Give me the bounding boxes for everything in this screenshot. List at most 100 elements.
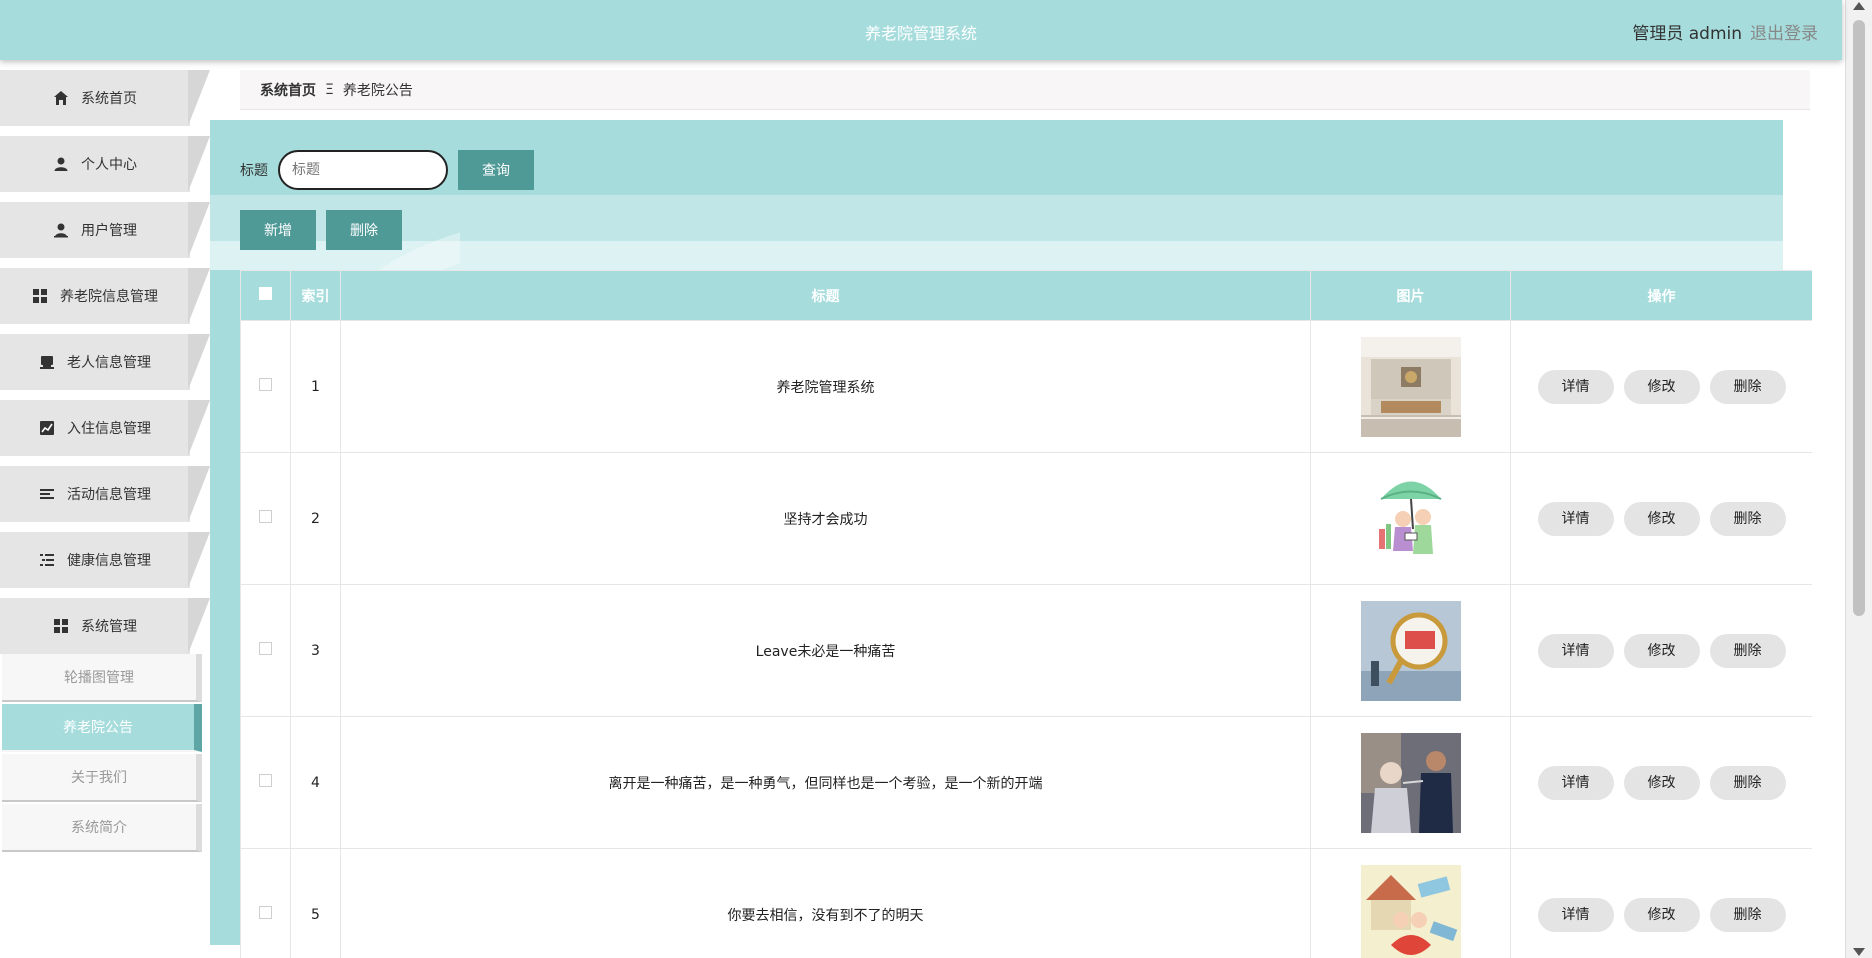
shop-icon [40,356,54,369]
sidebar-item-label: 入住信息管理 [67,421,151,437]
table-row: 3 Leave未必是一种痛苦 详情 修改 删除 [240,584,1812,717]
elderly-couple-umbrella-illustration [1360,468,1461,569]
user-manage-icon [54,223,68,238]
row-title: 养老院管理系统 [340,320,1311,453]
select-all-cell [240,270,291,321]
menu-wedge [188,532,210,588]
table-row: 5 你要去相信，没有到不了的明天 详情 修改 删除 [240,848,1812,958]
sidebar-item-checkin-info[interactable]: 入住信息管理 [0,400,210,456]
batch-delete-button[interactable]: 删除 [326,210,402,250]
menu-wedge [188,202,210,258]
row-title: 坚持才会成功 [340,452,1311,585]
delete-button[interactable]: 删除 [1709,765,1786,800]
menu-wedge [188,598,210,654]
sidebar-item-label: 个人中心 [81,157,137,173]
search-title-label: 标题 [240,163,268,179]
sidebar-item-health-info[interactable]: 健康信息管理 [0,532,210,588]
query-button[interactable]: 查询 [458,150,534,190]
select-all-checkbox[interactable] [259,287,272,300]
menu-wedge [188,136,210,192]
menu-wedge [188,268,210,324]
sidebar-item-label: 活动信息管理 [67,487,151,503]
scroll-down-icon[interactable] [1853,948,1865,956]
delete-button[interactable]: 删除 [1709,897,1786,932]
row-title: Leave未必是一种痛苦 [340,584,1311,717]
row-index: 5 [290,848,341,958]
edit-button[interactable]: 修改 [1623,369,1700,404]
delete-button[interactable]: 删除 [1709,633,1786,668]
sidebar-item-home[interactable]: 系统首页 [0,70,210,126]
edit-button[interactable]: 修改 [1623,501,1700,536]
row-checkbox[interactable] [259,378,272,391]
pension-magnifier-photo [1360,600,1461,701]
delete-button[interactable]: 删除 [1709,501,1786,536]
row-checkbox[interactable] [259,510,272,523]
row-index: 4 [290,716,341,849]
sidebar-item-elderly-info[interactable]: 老人信息管理 [0,334,210,390]
search-title-input[interactable] [278,150,448,190]
sidebar-item-activity-info[interactable]: 活动信息管理 [0,466,210,522]
row-title: 离开是一种痛苦，是一种勇气，但同样也是一个考验，是一个新的开端 [340,716,1311,849]
breadcrumb-current: 养老院公告 [342,82,413,99]
submenu-item-about-us[interactable]: 关于我们 [2,754,202,802]
row-checkbox[interactable] [259,774,272,787]
row-index: 2 [290,452,341,585]
breadcrumb: 系统首页 Ξ 养老院公告 [240,70,1810,110]
current-user-label: 管理员 admin [1632,24,1742,44]
row-index: 3 [290,584,341,717]
menu-wedge [188,466,210,522]
app-title: 养老院管理系统 [864,24,977,43]
user-icon [54,157,68,171]
detail-button[interactable]: 详情 [1537,765,1614,800]
grid-icon [33,289,47,303]
add-button[interactable]: 新增 [240,210,316,250]
sidebar-item-label: 老人信息管理 [67,355,151,371]
table-header-row: 索引 标题 图片 操作 [240,270,1812,321]
sidebar-item-users[interactable]: 用户管理 [0,202,210,258]
table-row: 1 养老院管理系统 详情 修改 删除 [240,320,1812,453]
chart-icon [40,421,54,435]
menu-wedge [188,334,210,390]
column-header-index: 索引 [290,270,341,321]
sidebar-item-system-manage[interactable]: 系统管理 [0,598,210,654]
elderly-house-cartoon [1360,864,1461,958]
submenu-item-system-intro[interactable]: 系统简介 [2,804,202,852]
column-header-operation: 操作 [1510,270,1812,321]
sidebar-item-label: 用户管理 [81,223,137,239]
list-icon [40,489,54,499]
home-icon [54,91,68,105]
detail-button[interactable]: 详情 [1537,369,1614,404]
sidebar-item-label: 系统管理 [81,619,137,635]
scrollbar-thumb[interactable] [1853,20,1865,616]
detail-button[interactable]: 详情 [1537,501,1614,536]
submenu-item-carousel[interactable]: 轮播图管理 [2,654,202,702]
sidebar-item-label: 健康信息管理 [67,553,151,569]
menu-wedge [188,70,210,126]
indent-list-icon [40,554,54,566]
announcement-table: 索引 标题 图片 操作 1 养老院管理系统 详情 修改 删除 2 坚持才会成功 … [240,270,1812,958]
table-row: 4 离开是一种痛苦，是一种勇气，但同样也是一个考验，是一个新的开端 详情 修改 删除 [240,716,1812,849]
sidebar-item-label: 养老院信息管理 [60,289,158,305]
breadcrumb-home[interactable]: 系统首页 [260,80,316,100]
edit-button[interactable]: 修改 [1623,897,1700,932]
column-header-image: 图片 [1310,270,1511,321]
detail-button[interactable]: 详情 [1537,897,1614,932]
logout-link[interactable]: 退出登录 [1750,19,1818,44]
grid-icon [54,619,68,633]
row-checkbox[interactable] [259,642,272,655]
row-checkbox[interactable] [259,906,272,919]
breadcrumb-separator-icon: Ξ [325,81,334,98]
column-header-title: 标题 [340,270,1311,321]
caregiver-feeding-photo [1360,732,1461,833]
submenu-item-announcements[interactable]: 养老院公告 [2,704,202,752]
detail-button[interactable]: 详情 [1537,633,1614,668]
edit-button[interactable]: 修改 [1623,633,1700,668]
scroll-up-icon[interactable] [1853,2,1865,10]
sidebar-item-profile[interactable]: 个人中心 [0,136,210,192]
top-header: 养老院管理系统 管理员 admin 退出登录 [0,0,1842,60]
sidebar-item-nursing-home-info[interactable]: 养老院信息管理 [0,268,210,324]
page-scrollbar[interactable] [1845,0,1872,958]
row-index: 1 [290,320,341,453]
edit-button[interactable]: 修改 [1623,765,1700,800]
delete-button[interactable]: 删除 [1709,369,1786,404]
